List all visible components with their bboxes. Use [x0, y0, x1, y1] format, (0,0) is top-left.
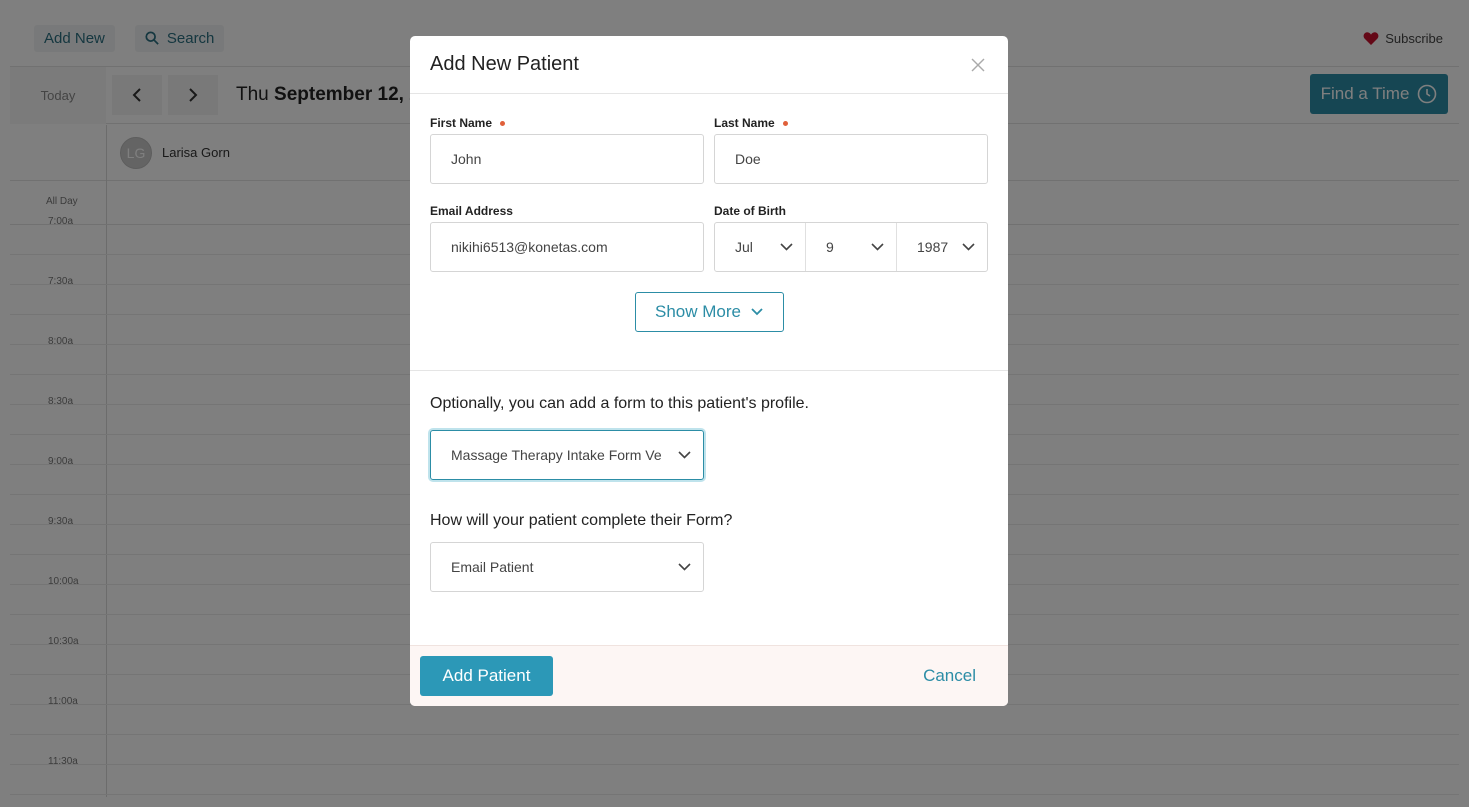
- add-patient-modal: Add New Patient First Name Last Name: [410, 36, 1008, 706]
- modal-footer: Add Patient Cancel: [410, 645, 1008, 706]
- add-patient-button[interactable]: Add Patient: [420, 656, 553, 696]
- intake-form-select[interactable]: Massage Therapy Intake Form Ve: [430, 430, 704, 480]
- last-name-label: Last Name: [714, 114, 988, 132]
- completion-method-selected: Email Patient: [451, 559, 534, 575]
- email-label-text: Email Address: [430, 204, 513, 218]
- modal-header: Add New Patient: [410, 36, 1008, 94]
- close-icon: [971, 58, 985, 71]
- dob-day-select[interactable]: 9: [805, 223, 896, 271]
- required-indicator: [782, 120, 788, 126]
- chevron-down-icon: [780, 243, 793, 251]
- last-name-input[interactable]: [714, 134, 988, 184]
- show-more-button[interactable]: Show More: [634, 292, 784, 332]
- first-name-input[interactable]: [430, 134, 704, 184]
- dob-year-value: 1987: [917, 239, 949, 255]
- dob-label: Date of Birth: [714, 202, 988, 220]
- last-name-label-text: Last Name: [714, 116, 775, 130]
- dob-year-select[interactable]: 1987: [896, 223, 987, 271]
- first-name-label-text: First Name: [430, 116, 493, 130]
- form-section: Optionally, you can add a form to this p…: [410, 371, 1008, 592]
- completion-question: How will your patient complete their For…: [430, 512, 733, 529]
- chevron-down-icon: [751, 308, 763, 316]
- patient-details-section: First Name Last Name Email Address: [410, 94, 1008, 371]
- email-input[interactable]: [430, 222, 704, 272]
- chevron-down-icon: [678, 563, 691, 571]
- completion-method-select[interactable]: Email Patient: [430, 542, 704, 592]
- cancel-button[interactable]: Cancel: [923, 666, 976, 686]
- close-button[interactable]: [968, 55, 988, 75]
- modal-title: Add New Patient: [430, 53, 579, 75]
- form-question: Optionally, you can add a form to this p…: [430, 395, 809, 412]
- show-more-label: Show More: [655, 302, 741, 321]
- intake-form-selected: Massage Therapy Intake Form Ve: [451, 447, 662, 463]
- first-name-label: First Name: [430, 114, 704, 132]
- required-indicator: [500, 120, 506, 126]
- dob-month-select[interactable]: Jul: [715, 223, 805, 271]
- dob-month-value: Jul: [735, 239, 753, 255]
- chevron-down-icon: [962, 243, 975, 251]
- email-label: Email Address: [430, 202, 704, 220]
- chevron-down-icon: [678, 451, 691, 459]
- date-of-birth-picker: Jul 9 1987: [714, 222, 988, 272]
- dob-day-value: 9: [826, 239, 834, 255]
- chevron-down-icon: [871, 243, 884, 251]
- dob-label-text: Date of Birth: [714, 204, 786, 218]
